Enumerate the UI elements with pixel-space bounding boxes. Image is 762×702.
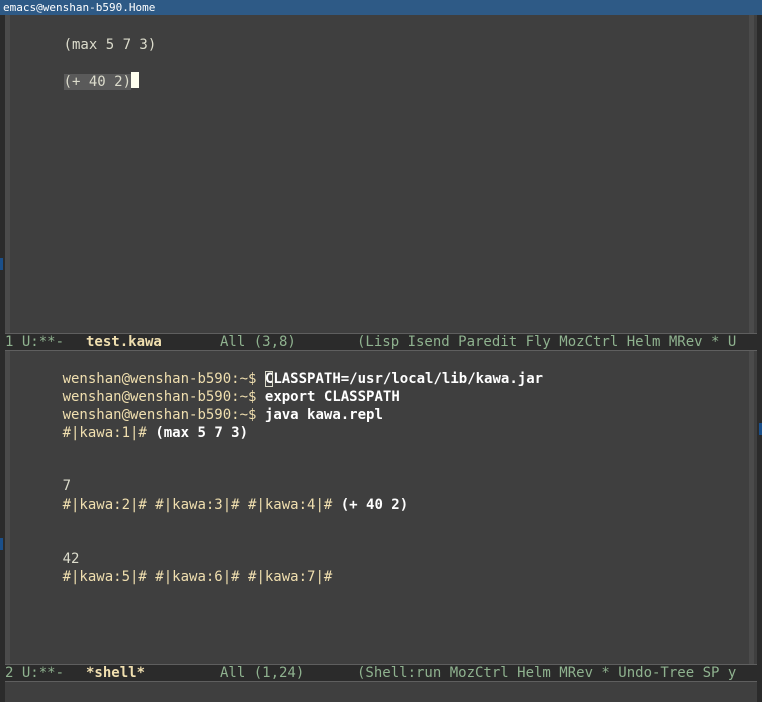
- shell-command: java kawa.repl: [264, 407, 383, 423]
- modeline-state: 2 U:**-: [5, 665, 65, 681]
- modeline-position: All (1,24): [220, 665, 305, 681]
- text-cursor: [131, 72, 140, 88]
- window-title: emacs@wenshan-b590.Home: [3, 1, 156, 14]
- modeline-buffer-name[interactable]: test.kawa: [86, 334, 162, 350]
- shell-command-line[interactable]: wenshan@wenshan-b590:~$ CLASSPATH=/usr/l…: [12, 352, 543, 387]
- frame-edge-mark: [0, 258, 3, 270]
- bottom-right-fringe: [749, 351, 754, 664]
- window-title-bar[interactable]: emacs@wenshan-b590.Home: [0, 0, 762, 15]
- modeline-buffer-name[interactable]: *shell*: [86, 665, 145, 681]
- repl-line[interactable]: #|kawa:1|# (max 5 7 3): [12, 406, 248, 441]
- shell-window[interactable]: wenshan@wenshan-b590:~$ CLASSPATH=/usr/l…: [10, 351, 749, 664]
- modeline-modes[interactable]: (Shell:run MozCtrl Helm MRev * Undo-Tree…: [357, 665, 736, 681]
- shell-command-line[interactable]: wenshan@wenshan-b590:~$ java kawa.repl: [12, 388, 383, 423]
- repl-input: (max 5 7 3): [155, 425, 249, 441]
- repl-output: 7: [62, 478, 72, 494]
- repl-line[interactable]: #|kawa:2|# #|kawa:3|# #|kawa:4|# (+ 40 2…: [12, 478, 409, 513]
- repl-prompt: #|kawa:1|#: [62, 425, 147, 441]
- code-line-current[interactable]: (+ 40 2): [13, 54, 140, 90]
- modeline-position: All (3,8): [220, 334, 296, 350]
- frame-right-edge: [757, 15, 762, 702]
- repl-input: (+ 40 2): [340, 497, 409, 513]
- modeline-modes[interactable]: (Lisp Isend Paredit Fly MozCtrl Helm MRe…: [357, 334, 736, 350]
- mode-line-top[interactable]: 1 U:**- test.kawa All (3,8) (Lisp Isend …: [5, 333, 757, 351]
- emacs-frame: emacs@wenshan-b590.Home (max 5 7 3) (+ 4…: [0, 0, 762, 702]
- repl-prompt: #|kawa:5|# #|kawa:6|# #|kawa:7|#: [62, 569, 333, 585]
- minibuffer[interactable]: [5, 682, 757, 702]
- highlighted-sexp: (+ 40 2): [63, 74, 132, 90]
- code-line[interactable]: (max 5 7 3): [13, 18, 157, 53]
- mode-line-bottom[interactable]: 2 U:**- *shell* All (1,24) (Shell:run Mo…: [5, 664, 757, 682]
- editor-window-test-kawa[interactable]: (max 5 7 3) (+ 40 2): [10, 15, 749, 333]
- frame-edge-mark: [0, 538, 3, 550]
- modeline-state: 1 U:**-: [5, 334, 65, 350]
- repl-output: 42: [62, 551, 80, 567]
- repl-line[interactable]: #|kawa:5|# #|kawa:6|# #|kawa:7|#: [12, 550, 333, 585]
- top-right-fringe: [749, 15, 754, 333]
- shell-command-line[interactable]: wenshan@wenshan-b590:~$ export CLASSPATH: [12, 370, 400, 405]
- repl-prompt: #|kawa:2|# #|kawa:3|# #|kawa:4|#: [62, 497, 333, 513]
